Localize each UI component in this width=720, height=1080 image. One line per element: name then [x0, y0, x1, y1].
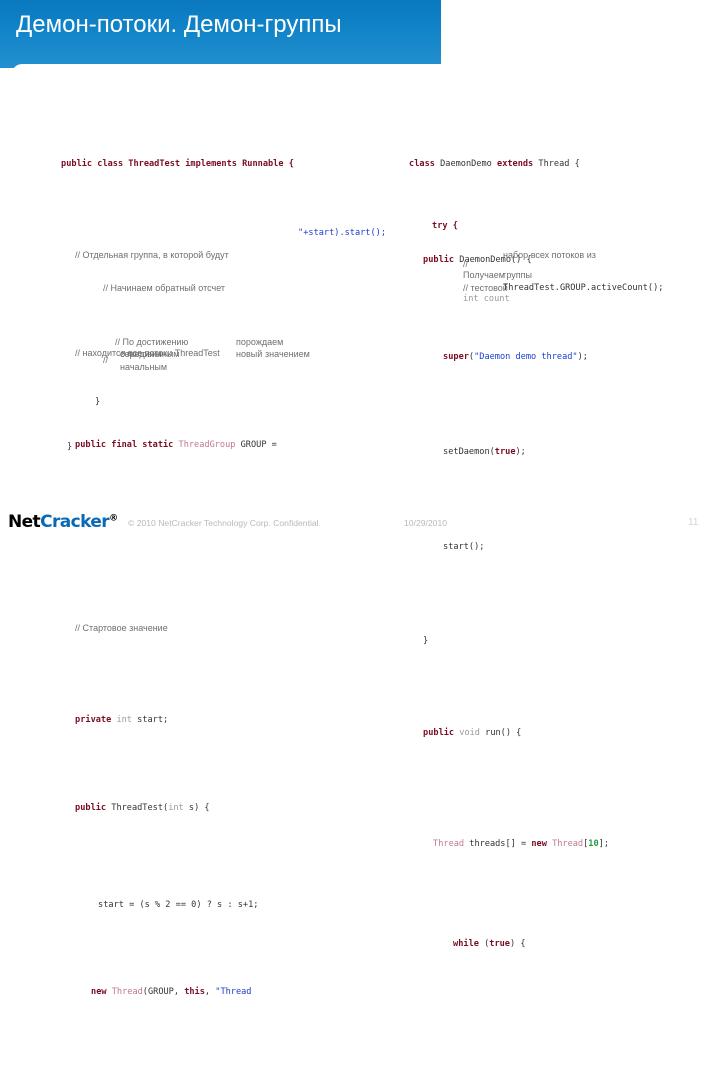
code-token: threads[] =	[464, 838, 532, 849]
code-token: ,	[204, 986, 216, 997]
code-token: (GROUP,	[142, 986, 185, 997]
slide-title-banner: Демон-потоки. Демон-группы	[0, 0, 441, 68]
code-token: try {	[432, 221, 458, 232]
code-line: public class ThreadTest implements Runna…	[30, 136, 382, 169]
code-token: DaemonDemo	[440, 159, 498, 170]
page-title: Демон-потоки. Демон-группы	[16, 11, 342, 38]
code-line: new Thread(GROUP, this, "Thread	[60, 964, 412, 997]
logo-cracker-text: Cracker	[40, 512, 110, 532]
code-line: // Стартовое значение	[44, 600, 396, 633]
code-block-left: public class ThreadTest implements Runna…	[22, 64, 386, 1080]
code-line: start = (s % 2 == 0) ? s : s+1;	[67, 876, 419, 910]
code-token: s) {	[183, 802, 210, 813]
code-line: class DaemonDemo extends Thread {	[378, 136, 720, 169]
code-string: "Thread	[215, 986, 257, 997]
footer-date: 10/29/2010	[404, 518, 448, 528]
code-token: public final static	[75, 439, 179, 450]
code-type: Thread	[552, 838, 584, 849]
code-token: );	[577, 351, 588, 362]
code-token: class	[409, 159, 441, 170]
code-token: extends	[497, 159, 534, 170]
registered-trademark-icon: ®	[109, 513, 118, 524]
code-token: super	[443, 351, 469, 362]
code-token: start = (s % 2 == 0) ? s : s+1;	[98, 899, 259, 910]
code-token: while	[453, 938, 479, 949]
code-token: new	[91, 986, 112, 997]
code-type: int	[168, 802, 184, 813]
code-type: void	[459, 728, 480, 739]
code-token: public	[423, 728, 460, 739]
code-fragment-decl-overlap: int count	[432, 271, 510, 329]
content-sheet: public class ThreadTest implements Runna…	[12, 64, 708, 997]
code-token: }	[423, 636, 429, 647]
code-comment: // Стартовое значение	[75, 623, 168, 634]
code-token: ThreadTest.GROUP.activeCount();	[503, 283, 664, 294]
code-fragment-string-tail: "+start).start();	[267, 205, 386, 263]
code-token: (	[478, 938, 490, 949]
code-comment: значением	[265, 349, 310, 360]
code-token: GROUP =	[235, 439, 277, 450]
code-token: Thread {	[533, 159, 580, 170]
code-token: ThreadTest(	[111, 802, 169, 813]
code-comment: начальным	[120, 362, 168, 373]
code-token: setDaemon(	[443, 446, 495, 457]
code-comment: // Начинаем обратный отсчет	[103, 283, 226, 294]
code-type: int	[116, 715, 132, 726]
page-number: 11	[688, 517, 699, 528]
code-token: public	[75, 802, 112, 813]
code-token: true	[489, 938, 510, 949]
code-token: this	[184, 986, 205, 997]
code-type: Thread	[111, 986, 143, 997]
code-token: start;	[131, 715, 169, 726]
code-token: }	[67, 442, 73, 453]
code-line: while (true) {	[422, 916, 720, 949]
code-token: );	[515, 446, 526, 457]
copyright-text: © 2010 NetCracker Technology Corp. Confi…	[128, 518, 321, 528]
code-line: super("Daemon demo thread");	[412, 328, 720, 362]
code-number: 10	[588, 838, 599, 849]
code-fragment-tail: );	[692, 366, 720, 424]
code-token: ];	[598, 838, 610, 849]
code-token: public class ThreadTest implements Runna…	[61, 159, 294, 170]
code-token: }	[95, 397, 101, 408]
code-token: run() {	[479, 728, 522, 739]
code-token: ) {	[509, 938, 526, 949]
code-fragment-comment: начальным	[89, 339, 167, 398]
code-fragment-comment: // Начинаем обратный отсчет	[72, 260, 225, 319]
code-line: private int start;	[44, 692, 396, 725]
code-string: "Daemon demo thread"	[474, 351, 578, 362]
code-type: ThreadGroup	[178, 439, 236, 450]
code-line: public void run() {	[392, 705, 720, 738]
code-line: }	[392, 613, 720, 646]
code-line: setDaemon(true);	[412, 423, 720, 457]
code-fragment-brace: }	[36, 419, 72, 477]
footer-divider	[0, 502, 720, 503]
code-type: int count	[463, 294, 510, 305]
code-fragment-comment: значением	[234, 326, 310, 385]
code-comment: // Отдельная группа, в которой будут	[75, 250, 229, 261]
code-token: new	[531, 838, 553, 849]
code-line: Thread threads[] = new Thread[10];	[402, 816, 720, 849]
code-token: private	[75, 715, 117, 726]
code-token: start();	[443, 541, 485, 552]
code-block-right: class DaemonDemo extends Thread { public…	[370, 64, 720, 1080]
logo-net-text: Net	[8, 512, 41, 532]
code-type: Thread	[433, 838, 465, 849]
netcracker-logo: NetCracker®	[8, 512, 118, 532]
code-line: public ThreadTest(int s) {	[44, 779, 396, 813]
code-line: }	[44, 1075, 396, 1080]
code-token: true	[494, 446, 516, 457]
slide-footer: NetCracker® © 2010 NetCracker Technology…	[0, 502, 720, 540]
